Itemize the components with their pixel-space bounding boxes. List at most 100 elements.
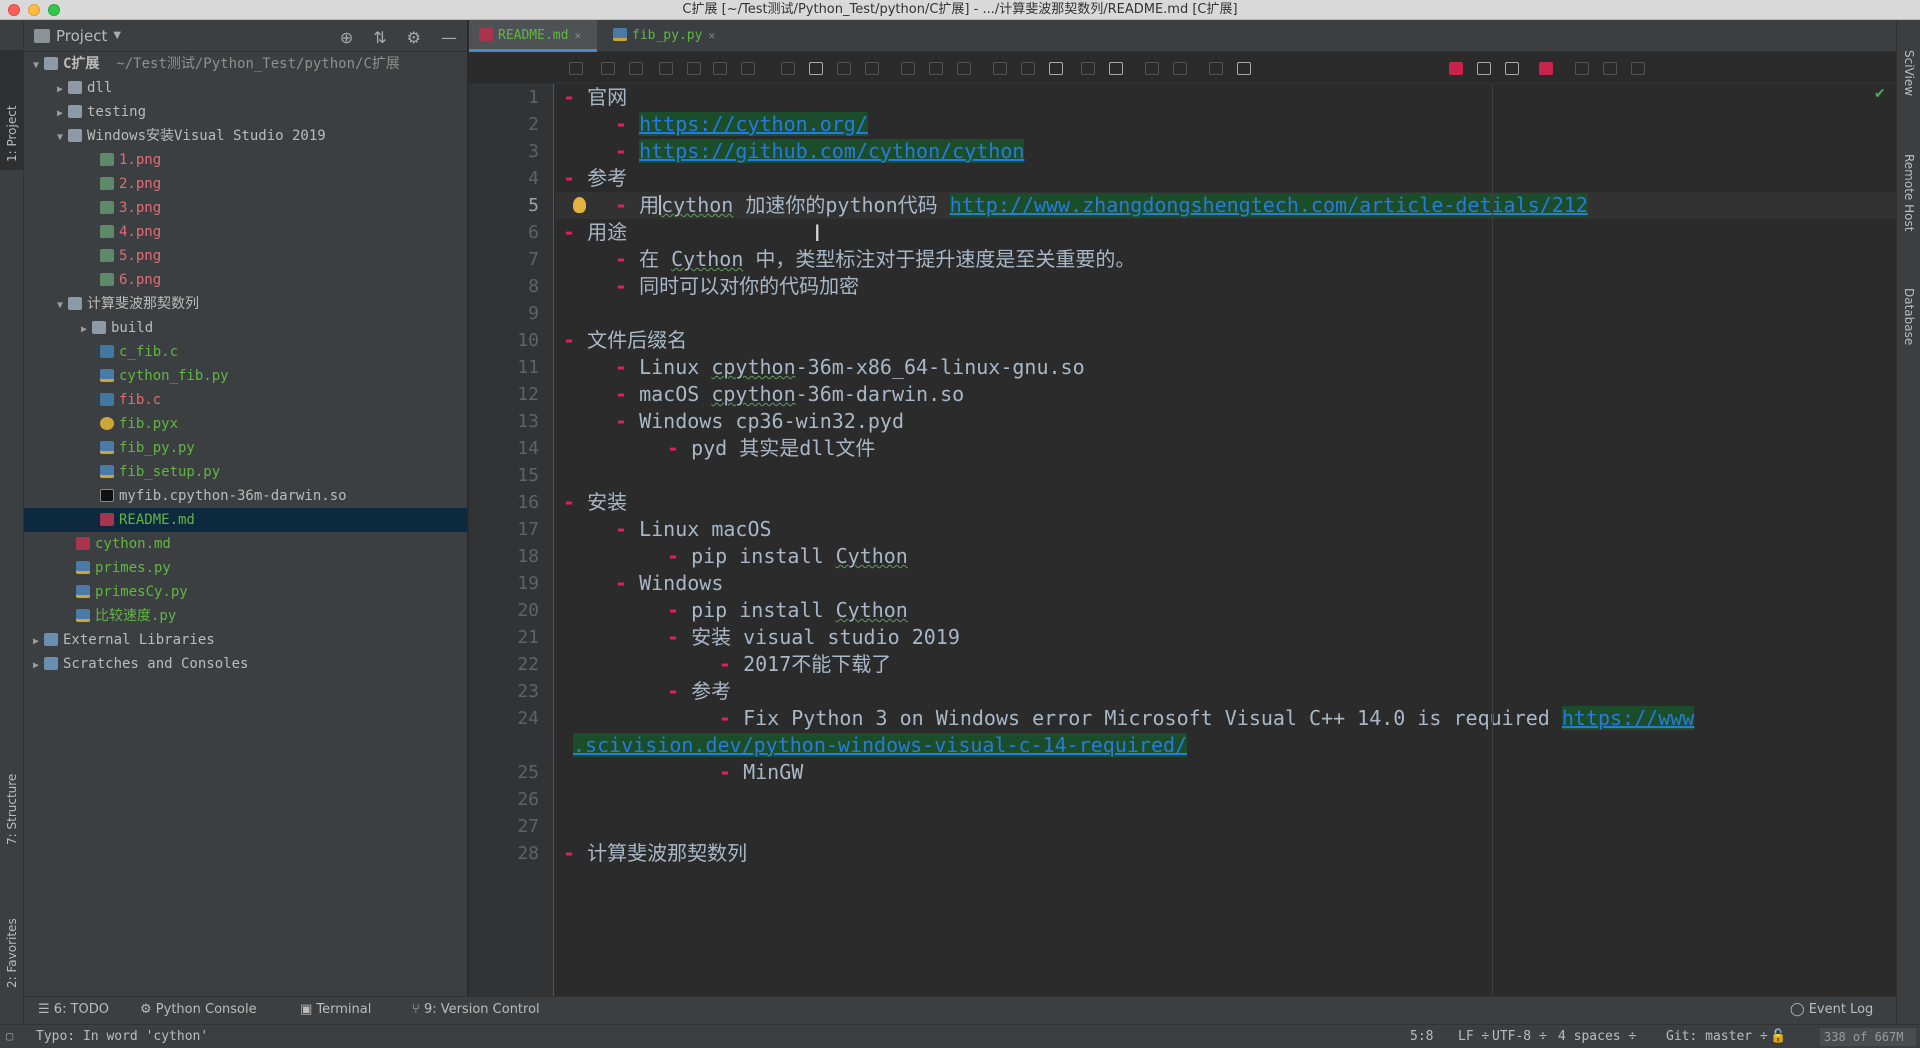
url-link[interactable]: .scivision.dev/python-windows-visual-c-1… (573, 733, 1188, 757)
tree-item-file[interactable]: 2.png (24, 172, 467, 196)
collapsed-arrow-icon[interactable]: ▶ (28, 630, 44, 654)
event-log-tool-button[interactable]: ◯ Event Log (1790, 1002, 1873, 1017)
gear-icon[interactable]: ⚙ (407, 28, 421, 47)
collapsed-arrow-icon[interactable]: ▶ (28, 654, 44, 678)
tree-item-folder[interactable]: ▶ dll (24, 76, 467, 100)
tree-item-folder[interactable]: ▼ 计算斐波那契数列 (24, 292, 467, 316)
indent-icon[interactable] (993, 62, 1007, 75)
project-tool-tab[interactable]: 1: Project (0, 50, 24, 170)
database-tool-tab[interactable]: Database (1897, 288, 1920, 378)
status-bar-toggle-icon[interactable]: ▢ (6, 1025, 13, 1048)
code-editor[interactable]: - 官网 - https://cython.org/ - https://git… (555, 84, 1896, 996)
chevron-down-icon[interactable]: ▼ (113, 30, 121, 41)
tree-item-file[interactable]: 5.png (24, 244, 467, 268)
expand-arrow-icon[interactable]: ▼ (52, 126, 68, 150)
header-up-icon[interactable] (957, 62, 971, 75)
tab-readme[interactable]: README.md ✕ (469, 20, 597, 52)
close-icon[interactable]: ✕ (708, 29, 715, 42)
strikethrough-icon[interactable] (659, 62, 673, 75)
tree-item-file[interactable]: cython_fib.py (24, 364, 467, 388)
collapsed-arrow-icon[interactable]: ▶ (52, 78, 68, 102)
header-down-icon[interactable] (929, 62, 943, 75)
tree-item-file[interactable]: myfib.cpython-36m-darwin.so (24, 484, 467, 508)
tree-item-folder[interactable]: ▶ testing (24, 100, 467, 124)
todo-tool-button[interactable]: ☰ 6: TODO (38, 1002, 109, 1017)
export-icon[interactable] (1209, 62, 1223, 75)
maximize-window-button[interactable] (48, 4, 60, 16)
tree-item-file[interactable]: 1.png (24, 148, 467, 172)
memory-indicator[interactable]: 338 of 667M (1820, 1028, 1916, 1046)
file-encoding[interactable]: UTF-8 ÷ (1492, 1025, 1547, 1048)
terminal-tool-button[interactable]: ▣ Terminal (300, 1002, 371, 1017)
unlink-icon[interactable] (809, 62, 823, 75)
url-link[interactable]: https://github.com/cython/cython (639, 139, 1025, 163)
edit-icon[interactable] (569, 62, 583, 75)
header-icon[interactable] (901, 62, 915, 75)
tree-item-external-libraries[interactable]: ▶ External Libraries (24, 628, 467, 652)
html-view-icon[interactable] (1539, 62, 1553, 75)
tree-item-file[interactable]: 6.png (24, 268, 467, 292)
expand-arrow-icon[interactable]: ▼ (52, 294, 68, 318)
bold-icon[interactable] (601, 62, 615, 75)
underline-icon[interactable] (687, 62, 701, 75)
tree-item-file[interactable]: fib_py.py (24, 436, 467, 460)
table-icon[interactable] (1109, 62, 1123, 75)
link-icon[interactable] (781, 62, 795, 75)
collapsed-arrow-icon[interactable]: ▶ (52, 102, 68, 126)
tree-item-folder[interactable]: ▶ build (24, 316, 467, 340)
editor-only-view-icon[interactable] (1449, 62, 1463, 75)
line-separator[interactable]: LF ÷ (1458, 1025, 1489, 1048)
minimize-window-button[interactable] (28, 4, 40, 16)
document-icon[interactable] (1145, 62, 1159, 75)
paste-icon[interactable] (1237, 62, 1251, 75)
tree-item-file[interactable]: c_fib.c (24, 340, 467, 364)
url-link[interactable]: https://cython.org/ (639, 112, 868, 136)
tree-item-file[interactable]: fib.c (24, 388, 467, 412)
hide-panel-icon[interactable]: — (441, 28, 457, 47)
tree-item-file[interactable]: primesCy.py (24, 580, 467, 604)
project-panel-header[interactable]: Project ▼ ⊕ ⇅ ⚙ — (24, 20, 467, 52)
italic-icon[interactable] (629, 62, 643, 75)
remote-host-tool-tab[interactable]: Remote Host (1897, 154, 1920, 264)
tree-item-file[interactable]: 3.png (24, 196, 467, 220)
favorites-tool-tab[interactable]: 2: Favorites (0, 880, 24, 1000)
close-icon[interactable]: ✕ (574, 29, 581, 42)
layout-left-icon[interactable] (1575, 62, 1589, 75)
version-control-tool-button[interactable]: ⑂ 9: Version Control (412, 1002, 540, 1017)
indent-setting[interactable]: 4 spaces ÷ (1558, 1025, 1636, 1048)
superscript-icon[interactable] (713, 62, 727, 75)
redo-icon[interactable] (865, 62, 879, 75)
outdent-icon[interactable] (1021, 62, 1035, 75)
lightbulb-icon[interactable] (573, 197, 586, 213)
copy-icon[interactable] (1173, 62, 1187, 75)
close-window-button[interactable] (8, 4, 20, 16)
tree-item-scratches[interactable]: ▶ Scratches and Consoles (24, 652, 467, 676)
list-icon[interactable] (1049, 62, 1063, 75)
tree-item-file[interactable]: 4.png (24, 220, 467, 244)
collapse-all-icon[interactable]: ⇅ (373, 28, 386, 47)
url-link[interactable]: https://www (1561, 706, 1695, 730)
tree-item-file[interactable]: fib.pyx (24, 412, 467, 436)
tree-item-folder[interactable]: ▼ Windows安装Visual Studio 2019 (24, 124, 467, 148)
expand-arrow-icon[interactable]: ▼ (28, 54, 44, 78)
locate-icon[interactable]: ⊕ (340, 28, 353, 47)
tree-item-root[interactable]: ▼ C扩展 ~/Test测试/Python_Test/python/C扩展 (24, 52, 467, 76)
tree-item-file[interactable]: 比较速度.py (24, 604, 467, 628)
tab-fib-py[interactable]: fib_py.py ✕ (603, 20, 723, 52)
table-edit-icon[interactable] (1081, 62, 1095, 75)
preview-icon[interactable] (1477, 62, 1491, 75)
collapsed-arrow-icon[interactable]: ▶ (76, 318, 92, 342)
structure-tool-tab[interactable]: 7: Structure (0, 735, 24, 855)
lock-icon[interactable]: 🔓 (1770, 1025, 1786, 1048)
layout-center-icon[interactable] (1603, 62, 1617, 75)
tree-item-file[interactable]: primes.py (24, 556, 467, 580)
undo-icon[interactable] (837, 62, 851, 75)
tree-item-file[interactable]: fib_setup.py (24, 460, 467, 484)
layout-right-icon[interactable] (1631, 62, 1645, 75)
git-branch[interactable]: Git: master ÷ (1666, 1025, 1768, 1048)
sciview-tool-tab[interactable]: SciView (1897, 50, 1920, 130)
python-console-tool-button[interactable]: ⚙ Python Console (140, 1002, 257, 1017)
tree-item-file-selected[interactable]: README.md (24, 508, 467, 532)
split-view-icon[interactable] (1505, 62, 1519, 75)
caret-position[interactable]: 5:8 (1410, 1025, 1433, 1048)
